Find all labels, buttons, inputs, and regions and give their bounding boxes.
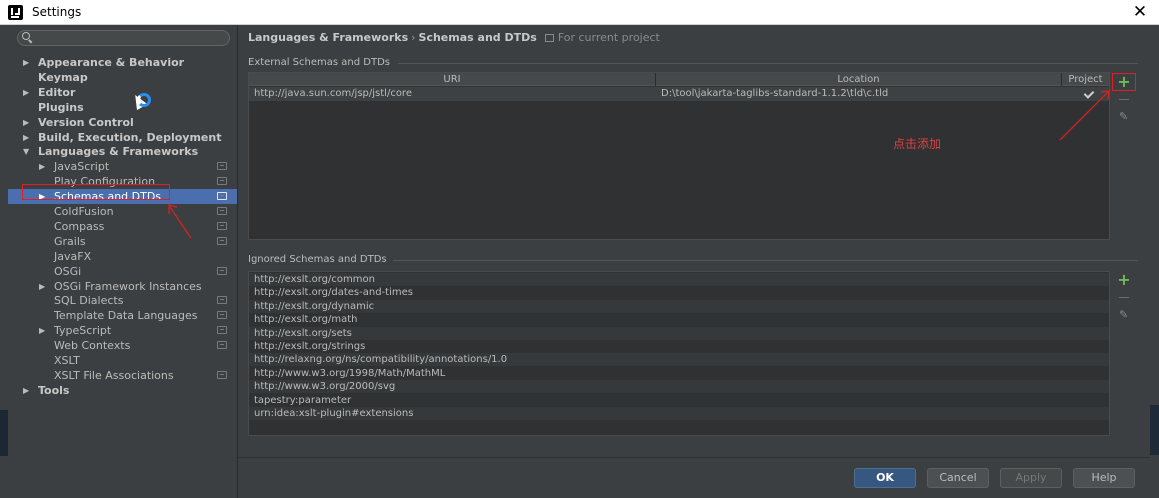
annotation-arrow — [1059, 91, 1109, 141]
annotation-text: 点击添加 — [893, 137, 942, 151]
cancel-button[interactable]: Cancel — [927, 468, 989, 488]
annotation-arrow — [169, 206, 192, 239]
annotation-arrowhead — [168, 204, 178, 214]
dialog-footer: OK Cancel Apply Help — [238, 457, 1150, 498]
apply-button[interactable]: Apply — [1000, 468, 1062, 488]
annotation-arrows — [168, 90, 1110, 239]
help-button[interactable]: Help — [1073, 468, 1135, 488]
ok-button[interactable]: OK — [854, 468, 916, 488]
busy-spinner-icon — [137, 93, 151, 107]
